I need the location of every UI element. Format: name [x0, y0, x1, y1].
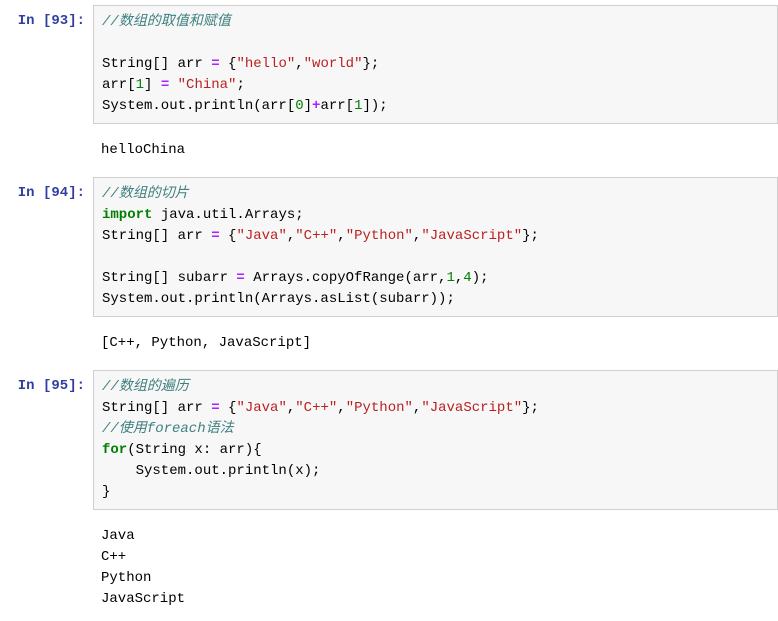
output-cell-2: Java C++ Python JavaScript [93, 520, 778, 616]
in-prompt-2: In [95]: [0, 370, 93, 510]
code-cell-1[interactable]: //数组的切片 import java.util.Arrays; String[… [93, 177, 778, 317]
out-prompt-2 [0, 520, 93, 616]
out-prompt-0 [0, 134, 93, 167]
in-prompt-1: In [94]: [0, 177, 93, 317]
in-prompt-0: In [93]: [0, 5, 93, 124]
code-cell-2[interactable]: //数组的遍历 String[] arr = {"Java","C++","Py… [93, 370, 778, 510]
output-cell-0: helloChina [93, 134, 778, 167]
code-cell-0[interactable]: //数组的取值和赋值 String[] arr = {"hello","worl… [93, 5, 778, 124]
out-prompt-1 [0, 327, 93, 360]
output-cell-1: [C++, Python, JavaScript] [93, 327, 778, 360]
